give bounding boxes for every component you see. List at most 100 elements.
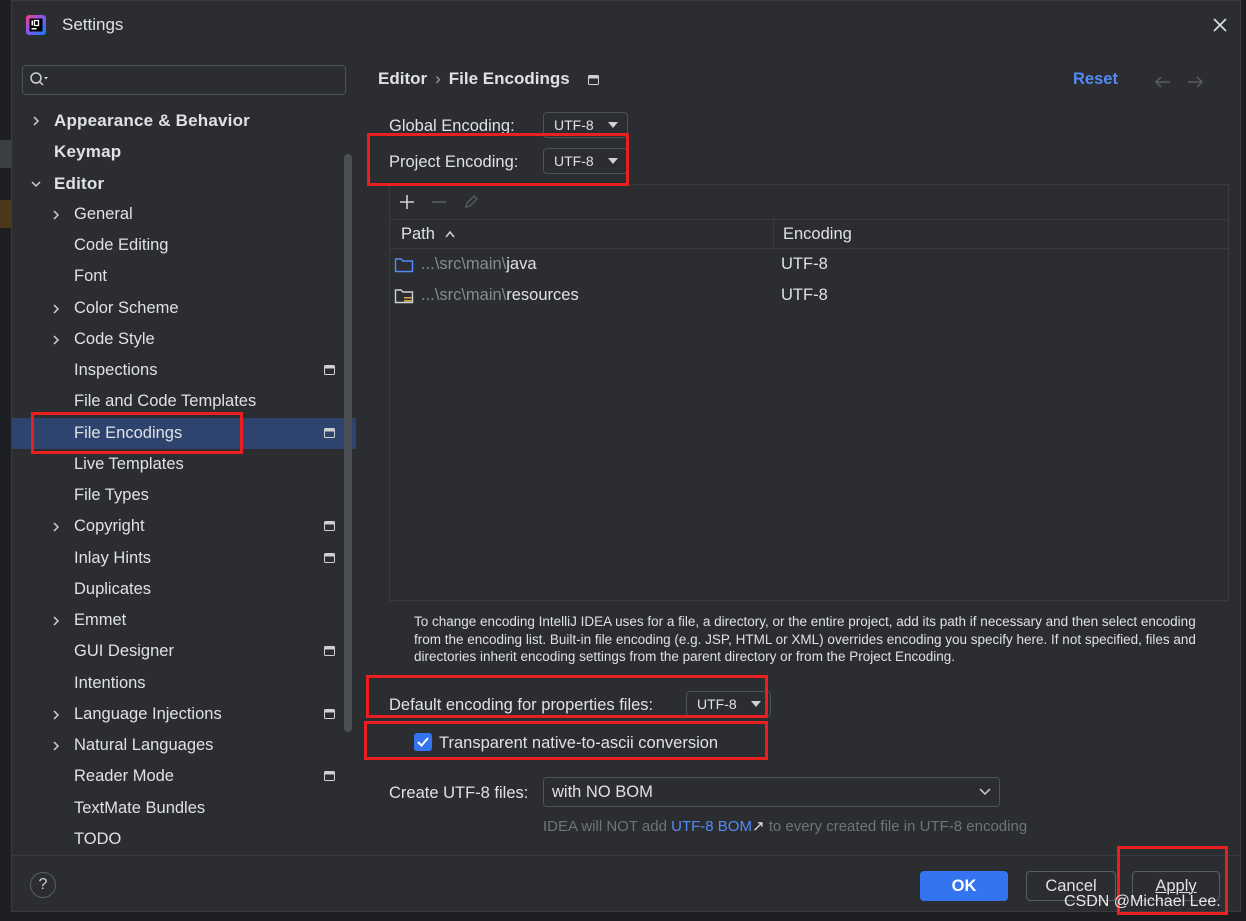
sidebar-item-file-encodings[interactable]: File Encodings (12, 417, 356, 449)
sidebar-item-color-scheme[interactable]: Color Scheme (12, 293, 356, 324)
path-cell: ...\src\main\java (421, 249, 537, 280)
sidebar-item-textmate-bundles[interactable]: TextMate Bundles (12, 793, 356, 824)
sidebar-item-appearance-behavior[interactable]: Appearance & Behavior (12, 105, 356, 136)
chevron-right-icon[interactable] (50, 521, 62, 533)
breadcrumb-separator: › (435, 69, 441, 88)
properties-encoding-value: UTF-8 (697, 696, 737, 712)
sidebar-scrollbar[interactable] (344, 154, 352, 732)
path-name: resources (506, 286, 579, 304)
settings-tree: Appearance & Behavior Keymap Editor General… (12, 105, 356, 855)
path-prefix: ...\src\main\ (421, 286, 507, 304)
note-suffix: to every created file in UTF-8 encoding (764, 818, 1028, 835)
sidebar-item-natural-languages[interactable]: Natural Languages (12, 730, 356, 761)
sidebar-item-label: File and Code Templates (74, 392, 257, 411)
chevron-right-icon[interactable] (30, 115, 42, 127)
remove-icon[interactable] (429, 192, 449, 212)
sidebar-item-label: Natural Languages (74, 736, 214, 754)
chevron-down-icon[interactable] (30, 178, 42, 190)
breadcrumb: Editor › File Encodings (378, 69, 600, 89)
settings-sidebar: Appearance & Behavior Keymap Editor General… (12, 49, 367, 855)
chevron-down-icon (751, 701, 761, 707)
resources-folder-icon (394, 289, 414, 304)
sidebar-item-label: File Encodings (74, 423, 183, 442)
close-icon[interactable] (1208, 13, 1232, 37)
sidebar-item-label: File Types (74, 486, 149, 504)
global-encoding-select[interactable]: UTF-8 (543, 112, 628, 138)
encoding-help-text: To change encoding IntelliJ IDEA uses fo… (414, 614, 1196, 664)
native-to-ascii-label[interactable]: Transparent native-to-ascii conversion (439, 734, 718, 753)
chevron-right-icon[interactable] (50, 709, 62, 721)
create-utf8-value: with NO BOM (552, 783, 653, 801)
sidebar-item-inspections[interactable]: Inspections (12, 355, 356, 386)
properties-encoding-select[interactable]: UTF-8 (686, 691, 771, 717)
sidebar-item-label: TODO (74, 829, 122, 848)
column-header-encoding[interactable]: Encoding (783, 220, 852, 248)
utf8-bom-link[interactable]: UTF-8 BOM↗ (671, 818, 764, 835)
chevron-right-icon[interactable] (50, 615, 62, 627)
path-cell: ...\src\main\resources (421, 280, 579, 311)
sidebar-item-todo[interactable]: TODO (12, 824, 356, 855)
add-icon[interactable] (397, 192, 417, 212)
sidebar-item-label: General (74, 204, 133, 223)
sidebar-item-code-editing[interactable]: Code Editing (12, 230, 356, 261)
sidebar-item-live-templates[interactable]: Live Templates (12, 449, 356, 480)
sidebar-item-file-types[interactable]: File Types (12, 480, 356, 511)
utf8-bom-link-label: UTF-8 BOM (671, 818, 752, 835)
create-utf8-select[interactable]: with NO BOM (543, 777, 1000, 807)
encoding-cell: UTF-8 (781, 286, 828, 304)
checkmark-icon (417, 737, 429, 747)
settings-search-input[interactable] (22, 65, 346, 95)
help-button[interactable]: ? (30, 872, 56, 898)
sort-ascending-icon (444, 230, 455, 238)
sidebar-item-reader-mode[interactable]: Reader Mode (12, 761, 356, 792)
table-header: Path Encoding (390, 219, 1228, 249)
chevron-down-icon (608, 158, 618, 164)
project-level-icon (324, 646, 335, 657)
sidebar-item-duplicates[interactable]: Duplicates (12, 574, 356, 605)
column-header-path[interactable]: Path (401, 220, 456, 248)
edit-icon[interactable] (461, 192, 481, 212)
chevron-right-icon[interactable] (50, 303, 62, 315)
project-level-icon (324, 771, 335, 782)
chevron-right-icon[interactable] (50, 740, 62, 752)
sidebar-item-label: Code Editing (74, 236, 169, 254)
project-encoding-label: Project Encoding: (389, 153, 519, 171)
forward-arrow-icon[interactable] (1185, 73, 1205, 91)
back-arrow-icon[interactable] (1153, 73, 1173, 91)
utf8-bom-note: IDEA will NOT add UTF-8 BOM↗ to every cr… (543, 817, 1027, 835)
sidebar-item-editor[interactable]: Editor (12, 168, 356, 199)
sidebar-item-label: Inspections (74, 361, 158, 379)
native-to-ascii-checkbox[interactable] (414, 733, 432, 751)
sidebar-item-label: Code Style (74, 329, 155, 348)
reset-link[interactable]: Reset (1073, 70, 1118, 89)
path-name: java (506, 255, 537, 273)
sidebar-item-file-and-code-templates[interactable]: File and Code Templates (12, 386, 356, 417)
project-level-icon (324, 427, 335, 438)
table-row[interactable]: ...\src\main\java UTF-8 (390, 249, 1228, 280)
table-toolbar (390, 185, 1228, 219)
sidebar-item-code-style[interactable]: Code Style (12, 324, 356, 355)
sidebar-item-label: Inlay Hints (74, 548, 152, 567)
sidebar-item-intentions[interactable]: Intentions (12, 668, 356, 699)
table-row[interactable]: ...\src\main\resources UTF-8 (390, 280, 1228, 311)
sidebar-item-copyright[interactable]: Copyright (12, 511, 356, 542)
sidebar-item-emmet[interactable]: Emmet (12, 605, 356, 636)
path-prefix: ...\src\main\ (421, 255, 507, 273)
chevron-right-icon[interactable] (50, 209, 62, 221)
breadcrumb-parent: Editor (378, 69, 428, 88)
chevron-right-icon[interactable] (50, 334, 62, 346)
ok-button[interactable]: OK (920, 871, 1008, 901)
dialog-footer: ? OK Cancel Apply (12, 855, 1240, 912)
sidebar-item-language-injections[interactable]: Language Injections (12, 699, 356, 730)
project-level-icon (324, 708, 335, 719)
sidebar-item-gui-designer[interactable]: GUI Designer (12, 636, 356, 667)
sidebar-item-keymap[interactable]: Keymap (12, 136, 356, 167)
external-link-icon: ↗ (751, 818, 765, 835)
sidebar-item-inlay-hints[interactable]: Inlay Hints (12, 543, 356, 574)
sidebar-item-general[interactable]: General (12, 199, 356, 230)
project-encoding-select[interactable]: UTF-8 (543, 148, 628, 174)
project-level-icon (588, 74, 600, 85)
sidebar-item-label: Live Templates (74, 454, 184, 473)
sidebar-item-label: GUI Designer (74, 642, 174, 661)
sidebar-item-font[interactable]: Font (12, 261, 356, 292)
